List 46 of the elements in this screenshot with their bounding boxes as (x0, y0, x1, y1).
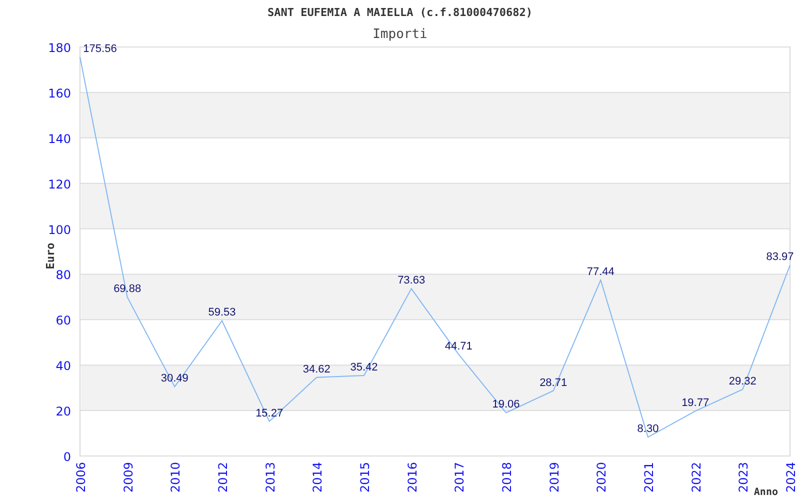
x-axis-label: Anno (754, 487, 778, 498)
y-tick-label: 180 (48, 41, 71, 55)
x-tick-label: 2014 (310, 462, 325, 493)
x-tick-label: 2022 (689, 462, 704, 493)
x-tick-label: 2009 (121, 462, 136, 493)
data-label: 44.71 (444, 340, 472, 352)
y-tick-label: 20 (56, 404, 71, 419)
x-tick-label: 2020 (594, 462, 609, 493)
data-label: 77.44 (586, 266, 614, 278)
data-label: 175.56 (83, 43, 117, 56)
data-label: 73.63 (398, 274, 426, 287)
y-tick-label: 0 (63, 450, 71, 464)
x-tick-label: 2021 (642, 462, 656, 493)
x-tick-label: 2015 (358, 462, 372, 493)
data-label: 8.30 (637, 423, 659, 436)
data-label: 29.32 (728, 375, 756, 388)
y-tick-label: 60 (56, 314, 71, 328)
x-tick-label: 2016 (405, 462, 420, 493)
y-axis-label: Euro (44, 242, 57, 270)
y-tick-label: 160 (48, 86, 71, 100)
x-tick-label: 2006 (74, 462, 88, 493)
x-tick-label: 2012 (216, 462, 230, 493)
data-label: 59.53 (208, 306, 236, 319)
data-label: 83.97 (766, 251, 794, 264)
chart-subtitle: Importi (372, 27, 428, 42)
data-label: 34.62 (302, 363, 330, 376)
y-tick-label: 140 (48, 132, 71, 146)
data-label: 19.06 (492, 398, 520, 411)
data-label: 35.42 (350, 362, 378, 374)
x-tick-label: 2018 (500, 462, 514, 493)
x-tick-label: 2023 (736, 462, 751, 493)
x-tick-label: 2017 (452, 462, 467, 493)
chart-title: SANT EUFEMIA A MAIELLA (c.f.81000470682) (268, 6, 532, 19)
data-label: 69.88 (114, 283, 142, 296)
x-tick-label: 2010 (168, 462, 183, 493)
data-label: 15.27 (256, 407, 284, 420)
x-tick-label: 2013 (263, 462, 278, 493)
x-tick-label: 2019 (547, 462, 562, 493)
y-tick-label: 40 (56, 359, 71, 374)
y-tick-label: 120 (48, 177, 71, 192)
data-label: 30.49 (160, 372, 188, 385)
data-label: 28.71 (540, 376, 568, 389)
x-tick-label: 2024 (784, 462, 798, 493)
y-tick-label: 80 (56, 268, 71, 282)
y-tick-label: 100 (48, 222, 71, 237)
data-label: 19.77 (682, 397, 710, 410)
